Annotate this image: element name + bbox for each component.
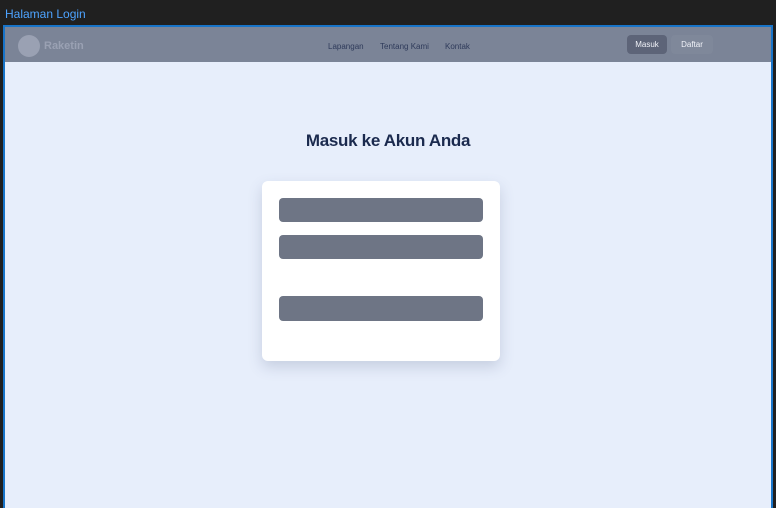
- window-titlebar: Halaman Login: [0, 0, 776, 25]
- nav-link-tentang-kami[interactable]: Tentang Kami: [380, 41, 429, 52]
- email-field[interactable]: [279, 198, 483, 222]
- browser-viewport: Raketin Lapangan Tentang Kami Kontak Mas…: [3, 25, 773, 508]
- password-field[interactable]: [279, 235, 483, 259]
- register-button[interactable]: Daftar: [671, 35, 713, 54]
- nav-link-lapangan[interactable]: Lapangan: [328, 41, 364, 52]
- page-title: Masuk ke Akun Anda: [305, 131, 471, 150]
- navbar: Raketin Lapangan Tentang Kami Kontak Mas…: [5, 27, 771, 62]
- window-title: Halaman Login: [5, 7, 86, 21]
- submit-button[interactable]: [279, 296, 483, 321]
- nav-link-kontak[interactable]: Kontak: [445, 41, 470, 52]
- login-card: [262, 181, 500, 361]
- login-button[interactable]: Masuk: [627, 35, 667, 54]
